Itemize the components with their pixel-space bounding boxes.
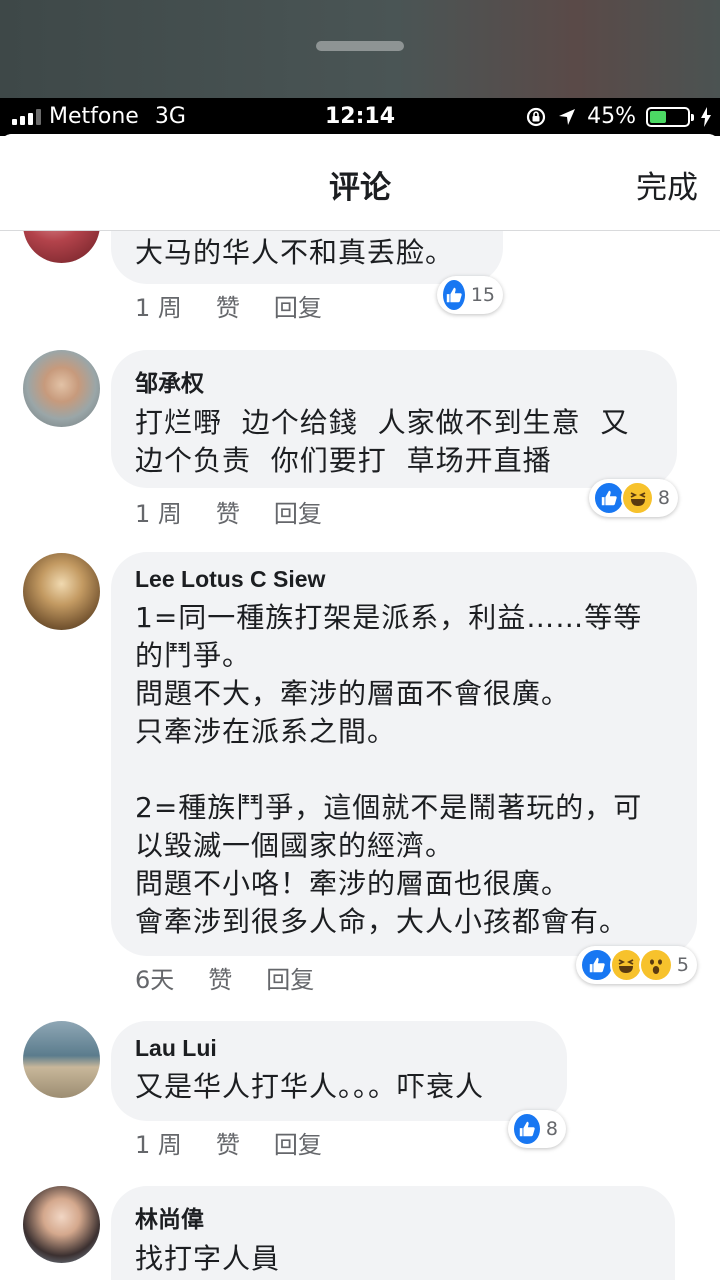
comment-text: 大马的华人不和真丢脸。	[135, 236, 455, 269]
status-bar: Metfone 3G 12:14 45%	[0, 98, 720, 136]
comments-sheet: 大马的华人不和真丢脸。 1 周 赞 回复 15 邹承权 打烂嘢 边个给錢 人家做…	[0, 134, 720, 1280]
haha-reaction-icon	[621, 481, 654, 515]
avatar[interactable]	[23, 553, 100, 630]
wow-reaction-icon	[639, 948, 673, 982]
like-reaction-icon	[580, 948, 614, 982]
like-button[interactable]: 赞	[208, 960, 232, 995]
comment-text: 打烂嘢 边个给錢 人家做不到生意 又 边个负责 你们要打 草场开直播	[135, 406, 630, 477]
comment-text: 找打字人員	[135, 1242, 281, 1275]
comment-bubble[interactable]: Lee Lotus C Siew 1=同一種族打架是派系，利益……等等 的鬥爭。…	[111, 552, 697, 956]
like-button[interactable]: 赞	[216, 494, 240, 529]
reaction-count: 5	[676, 954, 690, 976]
reply-button[interactable]: 回复	[266, 960, 314, 995]
comment-text: 又是华人打华人。。。吓衰人	[135, 1070, 485, 1103]
sheet-header: 评论 完成	[0, 134, 720, 231]
like-reaction-icon	[441, 278, 467, 312]
battery-percent: 45%	[587, 104, 636, 129]
avatar[interactable]	[23, 1186, 100, 1263]
avatar[interactable]	[23, 350, 100, 427]
like-button[interactable]: 赞	[216, 1125, 240, 1160]
done-button[interactable]: 完成	[636, 162, 698, 207]
sheet-grabber-handle[interactable]	[316, 41, 404, 51]
commenter-name[interactable]: Lau Lui	[135, 1035, 543, 1062]
rotation-lock-icon	[526, 107, 546, 126]
charging-bolt-icon	[701, 106, 711, 127]
comment-text: 1=同一種族打架是派系，利益……等等 的鬥爭。 問題不大，牽涉的層面不會很廣。 …	[135, 601, 643, 938]
reaction-count: 15	[470, 284, 495, 306]
commenter-name[interactable]: 邹承权	[135, 364, 653, 398]
comment-time: 1 周	[135, 294, 182, 322]
like-reaction-icon	[512, 1112, 542, 1146]
reply-button[interactable]: 回复	[274, 288, 322, 323]
comment-bubble[interactable]: 林尚偉 找打字人員	[111, 1186, 675, 1280]
avatar[interactable]	[23, 1021, 100, 1098]
commenter-name[interactable]: 林尚偉	[135, 1200, 651, 1234]
comment-time: 1 周	[135, 500, 182, 528]
comment-bubble[interactable]: Lau Lui 又是华人打华人。。。吓衰人	[111, 1021, 567, 1121]
commenter-name[interactable]: Lee Lotus C Siew	[135, 566, 673, 593]
reply-button[interactable]: 回复	[274, 494, 322, 529]
comment-bubble[interactable]: 邹承权 打烂嘢 边个给錢 人家做不到生意 又 边个负责 你们要打 草场开直播	[111, 350, 677, 488]
haha-reaction-icon	[609, 948, 644, 982]
battery-icon	[646, 106, 694, 127]
reaction-count: 8	[545, 1118, 558, 1140]
location-arrow-icon	[559, 108, 576, 125]
comment-list[interactable]: 大马的华人不和真丢脸。 1 周 赞 回复 15 邹承权 打烂嘢 边个给錢 人家做…	[0, 134, 720, 1280]
comment-time: 1 周	[135, 1131, 182, 1159]
reply-button[interactable]: 回复	[274, 1125, 322, 1160]
reaction-count: 8	[657, 487, 670, 509]
reaction-summary[interactable]: 5	[576, 946, 697, 984]
reaction-summary[interactable]: 8	[508, 1110, 566, 1148]
dimmed-background	[0, 0, 720, 98]
reaction-summary[interactable]: 15	[437, 276, 503, 314]
reaction-summary[interactable]: 8	[589, 479, 678, 517]
page-title: 评论	[329, 170, 391, 206]
like-button[interactable]: 赞	[216, 288, 240, 323]
comment-time: 6天	[135, 966, 175, 994]
